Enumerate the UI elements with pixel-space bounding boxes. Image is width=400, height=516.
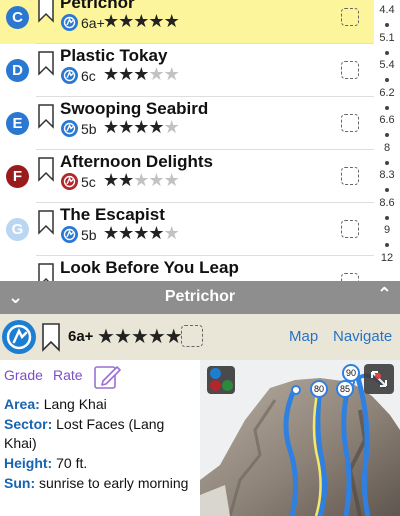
tick-checkbox[interactable] <box>341 167 359 185</box>
detail-toolbar: 6a+ ★★★★★ Map Navigate <box>0 314 400 360</box>
app-logo-icon <box>2 320 36 354</box>
index-dot <box>385 50 389 55</box>
bookmark-icon[interactable] <box>37 156 55 187</box>
tab-rate[interactable]: Rate <box>53 367 83 383</box>
star-rating: ★★★★★ <box>103 223 180 243</box>
climber-icon <box>61 67 78 84</box>
index-label[interactable]: 8.6 <box>374 197 400 209</box>
topo-marker[interactable]: 80 <box>310 380 328 398</box>
index-label[interactable]: 6.6 <box>374 114 400 126</box>
detail-star-rating: ★★★★★ <box>97 326 183 348</box>
map-link[interactable]: Map <box>289 328 318 345</box>
topo-photo[interactable]: 80 85 90 <box>200 360 400 516</box>
route-list[interactable]: C Petrichor 6a+ ★★★★★ D Plastic Tokay 6c ★★★★★ E… <box>0 0 374 286</box>
index-dot <box>385 215 389 220</box>
fullscreen-button[interactable] <box>364 364 394 394</box>
route-row[interactable]: D Plastic Tokay 6c ★★★★★ <box>0 44 374 97</box>
bookmark-icon[interactable] <box>40 322 62 357</box>
info-area: Area: Lang Khai <box>4 396 107 412</box>
index-dot <box>385 78 389 82</box>
tick-checkbox[interactable] <box>181 325 203 347</box>
tick-checkbox[interactable] <box>341 220 359 238</box>
topo-marker[interactable]: 85 <box>336 380 354 398</box>
index-dot <box>385 105 389 110</box>
edit-pencil-icon[interactable] <box>93 363 121 396</box>
star-rating: ★★★★★ <box>103 64 180 84</box>
bookmark-icon[interactable] <box>37 209 55 240</box>
index-dot <box>385 133 389 137</box>
route-name: The Escapist <box>60 205 165 224</box>
tick-checkbox[interactable] <box>341 114 359 132</box>
route-letter-badge: C <box>6 6 29 29</box>
climber-icon <box>61 14 78 31</box>
topo-legend-button[interactable] <box>207 366 235 394</box>
danger-icon <box>210 380 221 391</box>
route-name: Plastic Tokay <box>60 46 168 65</box>
star-rating: ★★★★★ <box>103 170 180 190</box>
navigate-link[interactable]: Navigate <box>333 328 392 345</box>
index-label[interactable]: 8 <box>374 142 400 154</box>
tick-checkbox[interactable] <box>341 61 359 79</box>
star-rating: ★★★★★ <box>103 117 180 137</box>
topo-marker[interactable]: 90 <box>342 364 360 382</box>
route-row[interactable]: C Petrichor 6a+ ★★★★★ <box>0 0 374 44</box>
route-grade: 5b <box>81 121 97 137</box>
index-label[interactable]: 5.4 <box>374 59 400 71</box>
route-grade: 5c <box>81 174 96 190</box>
index-dot <box>385 243 389 247</box>
index-bar[interactable]: 4.4 5.1 5.4 6.2 6.6 8 8.3 8.6 9 12 <box>374 0 400 286</box>
route-grade: 5b <box>81 227 97 243</box>
index-label[interactable]: 6.2 <box>374 87 400 99</box>
expand-chevron-icon[interactable]: ⌃ <box>377 284 392 305</box>
route-row[interactable]: E Swooping Seabird 5b ★★★★★ <box>0 97 374 150</box>
bookmark-icon[interactable] <box>37 50 55 81</box>
route-letter-badge: G <box>6 218 29 241</box>
climber-icon <box>61 226 78 243</box>
route-grade: 6c <box>81 68 96 84</box>
route-row[interactable]: F Afternoon Delights 5c ★★★★★ <box>0 150 374 203</box>
info-sector: Sector: Lost Faces (Lang Khai) <box>4 416 165 451</box>
info-height: Height: 70 ft. <box>4 455 88 471</box>
route-info: Grade Rate Area: Lang Khai Sector: Lost … <box>0 360 200 516</box>
route-letter-badge: E <box>6 112 29 135</box>
index-label[interactable]: 8.3 <box>374 169 400 181</box>
detail-title: Petrichor <box>164 288 236 305</box>
detail-header: ⌄ Petrichor ⌃ <box>0 281 400 314</box>
index-dot <box>385 23 389 27</box>
route-row[interactable]: G The Escapist 5b ★★★★★ <box>0 203 374 256</box>
route-grade: 6a+ <box>81 15 105 31</box>
route-name: Look Before You Leap <box>60 258 239 277</box>
climbing-app: C Petrichor 6a+ ★★★★★ D Plastic Tokay 6c ★★★★★ E… <box>0 0 400 516</box>
route-name: Afternoon Delights <box>60 152 213 171</box>
info-sun: Sun: sunrise to early morning <box>4 475 189 491</box>
route-letter-badge: D <box>6 59 29 82</box>
climber-icon <box>61 173 78 190</box>
tab-grade[interactable]: Grade <box>4 367 43 383</box>
index-label[interactable]: 5.1 <box>374 32 400 44</box>
index-dot <box>385 188 389 192</box>
index-label[interactable]: 12 <box>374 252 400 264</box>
route-name: Swooping Seabird <box>60 99 209 118</box>
index-label[interactable]: 4.4 <box>374 4 400 16</box>
tick-checkbox[interactable] <box>341 8 359 26</box>
bookmark-icon[interactable] <box>37 0 55 28</box>
star-rating: ★★★★★ <box>103 11 180 31</box>
route-letter-badge: F <box>6 165 29 188</box>
bookmark-icon[interactable] <box>37 103 55 134</box>
climber-icon <box>61 120 78 137</box>
climber-icon <box>210 368 221 379</box>
index-label[interactable]: 9 <box>374 224 400 236</box>
leaf-icon <box>222 380 233 391</box>
detail-grade: 6a+ <box>68 328 94 345</box>
index-dot <box>385 160 389 165</box>
